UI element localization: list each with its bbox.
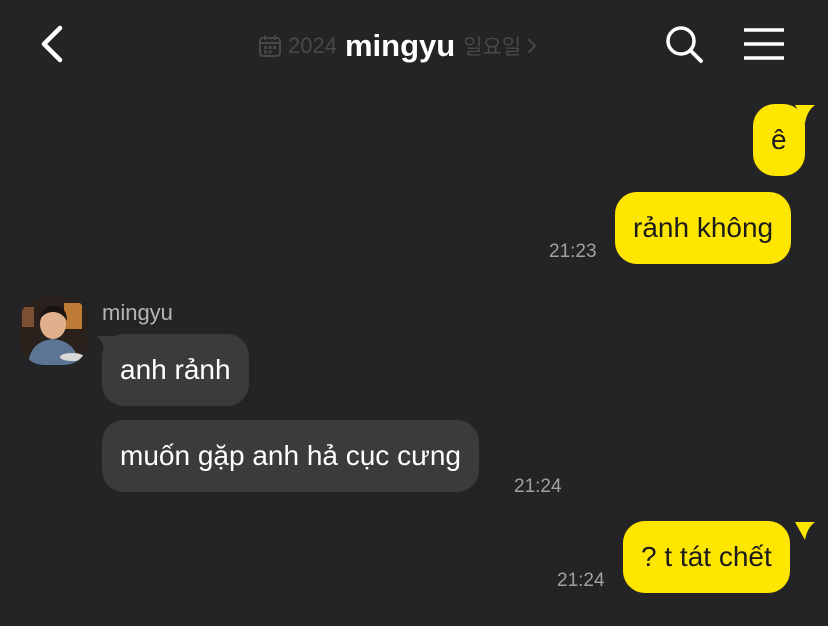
back-icon[interactable] [34,22,74,66]
message-timestamp: 21:23 [549,241,597,262]
sender-name: mingyu [102,300,173,325]
header-weekday: 일요일 [463,36,522,59]
avatar-photo [20,297,88,365]
bubble-tail [795,105,815,123]
header-title-group[interactable]: 2024 mingyu 일요일 [258,24,539,68]
avatar[interactable] [20,297,88,365]
chat-header: 2024 mingyu 일요일 [0,0,828,90]
message-bubble-incoming[interactable]: anh rảnh [102,334,249,406]
bubble-tail [795,522,815,540]
hamburger-menu-icon[interactable] [740,24,788,64]
message-timestamp: 21:24 [514,476,562,497]
message-bubble-outgoing[interactable]: ? t tát chết [623,521,790,593]
message-bubble-incoming[interactable]: muốn gặp anh hả cục cưng [102,420,479,492]
header-date: 2024 [288,33,337,58]
chat-title: mingyu [344,28,456,63]
search-icon[interactable] [662,22,706,66]
chevron-right-icon [528,39,537,53]
message-bubble-outgoing[interactable]: rảnh không [615,192,792,264]
calendar-icon [259,35,281,57]
message-timestamp: 21:24 [557,570,605,591]
